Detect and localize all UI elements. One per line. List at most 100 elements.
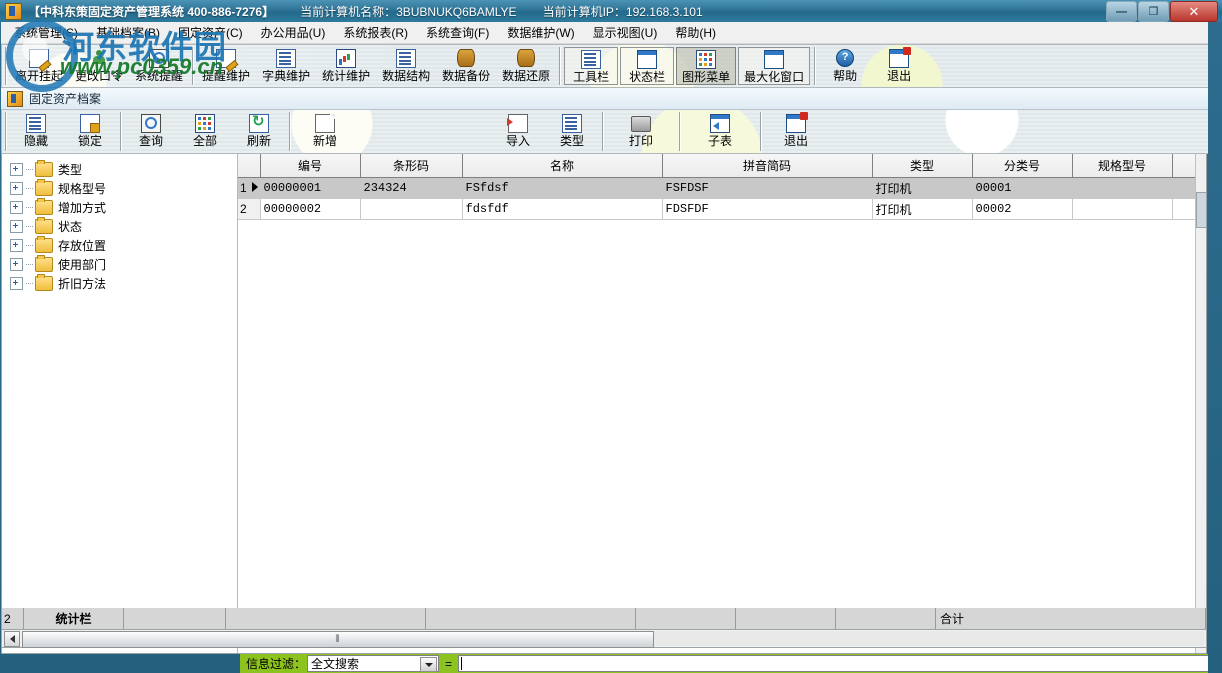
data-backup-button[interactable]: 数据备份 — [436, 45, 496, 87]
cell-spec-model[interactable] — [1072, 177, 1173, 199]
filter-value-input[interactable] — [458, 655, 1222, 672]
column-header-spec-model[interactable]: 规格型号 — [1072, 154, 1173, 178]
filter-label: 信息过滤： — [246, 657, 307, 671]
expand-plus-icon[interactable] — [10, 201, 23, 214]
window-close-icon — [889, 46, 912, 68]
child-toolbar-group-subtable: 子表 — [683, 110, 757, 153]
subtable-button[interactable]: 子表 — [683, 110, 757, 153]
menu-item-system-reports[interactable]: 系统报表(R) — [334, 22, 417, 43]
cell-type[interactable]: 打印机 — [872, 177, 973, 199]
toolbar-separator — [760, 112, 761, 151]
import-button[interactable]: 导入 — [491, 110, 545, 153]
filter-operator: = — [445, 656, 453, 671]
menu-item-data-maintenance[interactable]: 数据维护(W) — [498, 22, 583, 43]
new-record-button[interactable]: 新增 — [293, 110, 357, 153]
tree-node-storage-location[interactable]: 存放位置 — [10, 236, 237, 255]
hscroll-thumb[interactable]: ⦀ — [22, 631, 654, 648]
menu-item-office-supplies[interactable]: 办公用品(U) — [252, 22, 335, 43]
graphic-menu-button[interactable]: 图形菜单 — [676, 47, 737, 85]
leave-suspend-button[interactable]: 离开挂起 — [9, 45, 69, 87]
column-header-type[interactable]: 类型 — [872, 154, 973, 178]
lock-button[interactable]: 锁定 — [63, 110, 117, 153]
column-header-barcode[interactable]: 条形码 — [360, 154, 463, 178]
expand-plus-icon[interactable] — [10, 220, 23, 233]
data-structure-button[interactable]: 数据结构 — [376, 45, 436, 87]
statistics-maintenance-button[interactable]: 统计维护 — [316, 45, 376, 87]
toolbar-toggle-button[interactable]: 工具栏 — [564, 47, 619, 85]
statusbar-toggle-button[interactable]: 状态栏 — [620, 47, 675, 85]
system-reminder-button[interactable]: 系统提醒 — [129, 45, 189, 87]
close-button[interactable]: ✕ — [1170, 1, 1218, 22]
menu-item-system-query[interactable]: 系统查询(F) — [417, 22, 498, 43]
menu-item-fixed-assets[interactable]: 固定资产(C) — [169, 22, 252, 43]
cell-name[interactable]: FSfdsf — [462, 177, 663, 199]
tree-node-spec-model[interactable]: 规格型号 — [10, 179, 237, 198]
column-header-category-no[interactable]: 分类号 — [972, 154, 1073, 178]
minimize-button[interactable]: — — [1106, 1, 1137, 22]
maximize-window-label: 最大化窗口 — [744, 70, 805, 84]
expand-plus-icon[interactable] — [10, 258, 23, 271]
expand-plus-icon[interactable] — [10, 163, 23, 176]
db-struct-icon — [396, 48, 417, 68]
summary-label: 统计栏 — [24, 608, 124, 629]
folder-icon — [35, 255, 53, 272]
cell-pinyin-code[interactable]: FSFDSF — [662, 177, 873, 199]
statistics-maintenance-label: 统计维护 — [322, 69, 371, 83]
menu-item-display-view[interactable]: 显示视图(U) — [584, 22, 667, 43]
change-password-button[interactable]: 更改口令 — [69, 45, 129, 87]
cell-barcode[interactable]: 234324 — [360, 177, 463, 199]
menu-item-help[interactable]: 帮助(H) — [666, 22, 725, 43]
column-header-name[interactable]: 名称 — [462, 154, 663, 178]
print-button[interactable]: 打印 — [606, 110, 676, 153]
grid-vertical-scroll-thumb[interactable] — [1196, 192, 1206, 228]
tree-node-add-method[interactable]: 增加方式 — [10, 198, 237, 217]
grid-horizontal-scrollbar[interactable]: ⦀ — [1, 630, 1207, 648]
data-restore-button[interactable]: 数据还原 — [496, 45, 556, 87]
cell-spec-model[interactable] — [1072, 198, 1173, 220]
cell-code[interactable]: 00000001 — [260, 177, 361, 199]
table-header-row: 编号 条形码 名称 拼音简码 类型 分类号 规格型号 — [238, 154, 1206, 178]
tree-node-status[interactable]: 状态 — [10, 217, 237, 236]
category-tree-panel[interactable]: 类型 规格型号 增加方式 状态 存放位置 使用部门 折旧方法 — [2, 154, 238, 653]
expand-plus-icon[interactable] — [10, 182, 23, 195]
tree-node-using-department[interactable]: 使用部门 — [10, 255, 237, 274]
menu-item-basic-archive[interactable]: 基础档案(B) — [87, 22, 169, 43]
maximize-window-button[interactable]: 最大化窗口 — [738, 47, 811, 85]
cell-type[interactable]: 打印机 — [872, 198, 973, 220]
exit-button[interactable]: 退出 — [872, 45, 926, 87]
column-header-pinyin-code[interactable]: 拼音简码 — [662, 154, 873, 178]
asset-data-grid[interactable]: 编号 条形码 名称 拼音简码 类型 分类号 规格型号 1 00000001 23… — [238, 154, 1206, 653]
cell-category-no[interactable]: 00001 — [972, 177, 1073, 199]
query-button[interactable]: 查询 — [124, 110, 178, 153]
tree-node-label: 使用部门 — [58, 258, 107, 272]
child-exit-button[interactable]: 退出 — [764, 110, 828, 153]
column-header-code[interactable]: 编号 — [260, 154, 361, 178]
workspace: 类型 规格型号 增加方式 状态 存放位置 使用部门 折旧方法 编号 条形码 名称… — [1, 154, 1207, 654]
cell-category-no[interactable]: 00002 — [972, 198, 1073, 220]
reminder-maintenance-button[interactable]: 提醒维护 — [196, 45, 256, 87]
data-backup-label: 数据备份 — [442, 69, 491, 83]
maximize-button[interactable]: ❐ — [1138, 1, 1169, 22]
expand-plus-icon[interactable] — [10, 239, 23, 252]
chevron-down-icon[interactable] — [420, 657, 438, 672]
grid-vertical-scrollbar[interactable] — [1195, 154, 1206, 653]
cell-barcode[interactable] — [360, 198, 463, 220]
hide-button[interactable]: 隐藏 — [9, 110, 63, 153]
cell-code[interactable]: 00000002 — [260, 198, 361, 220]
type-button[interactable]: 类型 — [545, 110, 599, 153]
help-button[interactable]: ? 帮助 — [818, 45, 872, 87]
table-row[interactable]: 1 00000001 234324 FSfdsf FSFDSF 打印机 0000… — [238, 177, 1206, 199]
menu-item-system-management[interactable]: 系统管理(S) — [5, 22, 87, 43]
dictionary-maintenance-button[interactable]: 字典维护 — [256, 45, 316, 87]
hscroll-left-arrow-icon[interactable] — [4, 630, 20, 647]
show-all-button[interactable]: 全部 — [178, 110, 232, 153]
expand-plus-icon[interactable] — [10, 277, 23, 290]
tree-node-depreciation-method[interactable]: 折旧方法 — [10, 274, 237, 293]
table-row[interactable]: 2 00000002 fdsfdf FDSFDF 打印机 00002 — [238, 198, 1206, 220]
filter-field-select[interactable]: 全文搜索 — [307, 655, 440, 672]
refresh-button[interactable]: 刷新 — [232, 110, 286, 153]
tree-node-type[interactable]: 类型 — [10, 160, 237, 179]
cell-name[interactable]: fdsfdf — [462, 198, 663, 220]
hscroll-track[interactable]: ⦀ — [22, 631, 1204, 648]
cell-pinyin-code[interactable]: FDSFDF — [662, 198, 873, 220]
